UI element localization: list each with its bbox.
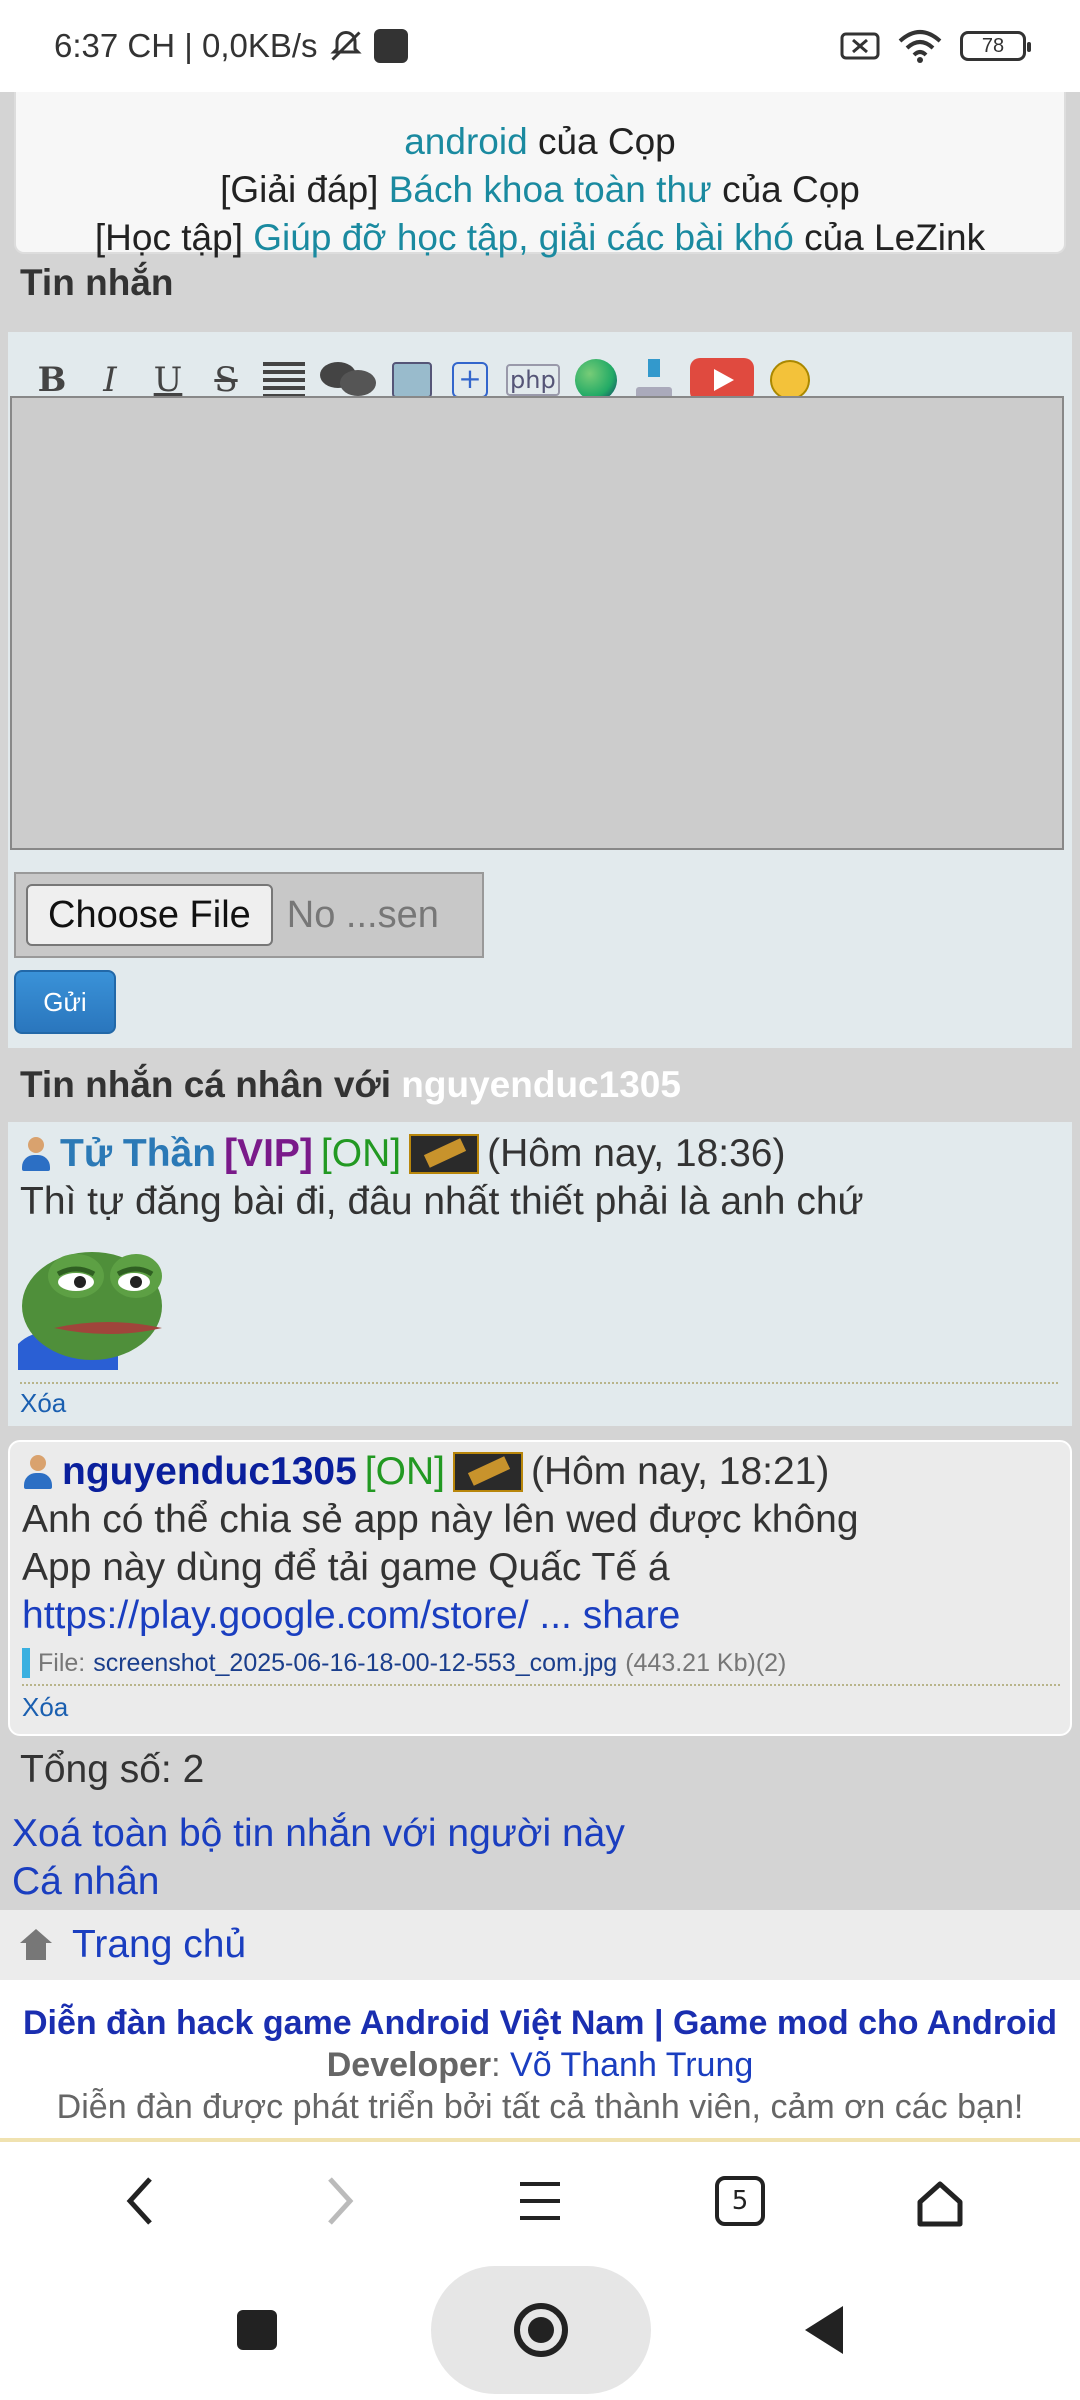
user-icon xyxy=(22,1453,54,1491)
rank-hammer-icon xyxy=(452,1452,523,1492)
android-link[interactable]: android xyxy=(404,121,527,162)
battery-icon: 78 xyxy=(960,31,1031,61)
smiley-icon xyxy=(769,360,810,400)
pm-title-prefix: Tin nhắn cá nhân với xyxy=(20,1064,402,1105)
download-icon xyxy=(634,359,674,401)
message-username[interactable]: nguyenduc1305 xyxy=(62,1450,357,1494)
online-badge: [ON] xyxy=(320,1132,402,1175)
message-item: Tử Thần [VIP] [ON] (Hôm nay, 18:36) Thì … xyxy=(8,1122,1072,1426)
battery-level: 78 xyxy=(981,34,1005,57)
site-footer: Diễn đàn hack game Android Việt Nam | Ga… xyxy=(0,1980,1080,2142)
message-text-line-1: Anh có thể chia sẻ app này lên wed được … xyxy=(22,1498,859,1541)
back-button[interactable] xyxy=(100,2161,180,2241)
links-row-1: android của Cọp xyxy=(16,118,1064,166)
links-row-1-suffix: của Cọp xyxy=(527,121,676,162)
wifi-icon xyxy=(898,30,942,63)
message-username[interactable]: Tử Thần xyxy=(60,1132,216,1176)
message-text: Thì tự đăng bài đi, đâu nhất thiết phải … xyxy=(20,1180,864,1223)
links-row-2-tag: [Giải đáp] xyxy=(220,169,389,210)
pm-title-user: nguyenduc1305 xyxy=(401,1064,681,1105)
status-time-group: 6:37 CH | 0,0KB/s xyxy=(54,27,408,65)
chevron-right-icon xyxy=(328,2177,354,2225)
attachment-meta: (443.21 Kb)(2) xyxy=(625,1648,787,1677)
links-row-3-suffix: của LeZink xyxy=(793,217,986,258)
message-textarea[interactable] xyxy=(10,396,1064,850)
message-divider xyxy=(20,1382,1058,1384)
home-icon xyxy=(18,1929,54,1961)
tabs-icon: 5 xyxy=(715,2176,765,2226)
online-badge: [ON] xyxy=(364,1450,445,1493)
message-text-line-2: App này dùng để tải game Quấc Tế á xyxy=(22,1546,670,1589)
status-bar: 6:37 CH | 0,0KB/s 78 xyxy=(0,0,1080,92)
attachment-link[interactable]: screenshot_2025-06-16-18-00-12-553_com.j… xyxy=(93,1649,617,1678)
status-right: 78 xyxy=(840,29,1031,63)
sad-frog-sticker xyxy=(18,1252,162,1370)
footer-thanks: Diễn đàn được phát triển bởi tất cả thàn… xyxy=(56,2088,1024,2126)
home-ring-icon xyxy=(514,2303,568,2357)
message-divider xyxy=(22,1684,1060,1686)
developer-name[interactable]: Võ Thanh Trung xyxy=(510,2046,753,2084)
message-link-line: https://play.google.com/store/ ... share xyxy=(22,1594,680,1638)
encyclopedia-link[interactable]: Bách khoa toàn thư xyxy=(389,169,712,210)
delete-all-link[interactable]: Xoá toàn bộ tin nhắn với người này xyxy=(12,1812,625,1856)
home-button[interactable] xyxy=(900,2161,980,2241)
footer-developer: Developer: Võ Thanh Trung xyxy=(326,2046,754,2084)
total-count: Tổng số: 2 xyxy=(20,1748,205,1791)
delete-message-link[interactable]: Xóa xyxy=(22,1692,68,1723)
message-time: (Hôm nay, 18:21) xyxy=(530,1450,830,1493)
delete-message-link[interactable]: Xóa xyxy=(20,1388,66,1419)
personal-link[interactable]: Cá nhân xyxy=(12,1860,159,1904)
recents-button[interactable] xyxy=(237,2310,277,2350)
app-notification-icon xyxy=(373,29,408,63)
message-header: nguyenduc1305 [ON] (Hôm nay, 18:21) xyxy=(22,1450,829,1494)
rank-hammer-icon xyxy=(409,1134,480,1174)
menu-icon xyxy=(520,2182,560,2220)
system-back-button[interactable] xyxy=(805,2306,843,2354)
links-row-2-suffix: của Cọp xyxy=(711,169,860,210)
forward-button[interactable] xyxy=(300,2161,380,2241)
vip-badge: [VIP] xyxy=(224,1132,313,1175)
message-item: nguyenduc1305 [ON] (Hôm nay, 18:21) Anh … xyxy=(8,1440,1072,1736)
image-icon xyxy=(392,362,432,398)
align-icon xyxy=(263,362,305,398)
file-status: No ...sen xyxy=(286,893,439,936)
message-header: Tử Thần [VIP] [ON] (Hôm nay, 18:36) xyxy=(20,1132,785,1176)
bell-off-icon xyxy=(329,30,362,61)
browser-nav-bar: 5 xyxy=(0,2142,1080,2260)
sim-off-icon xyxy=(840,32,880,60)
developer-label: Developer xyxy=(326,2046,492,2084)
featured-links-box: android của Cọp [Giải đáp] Bách khoa toà… xyxy=(14,92,1066,258)
links-row-2: [Giải đáp] Bách khoa toàn thư của Cọp xyxy=(16,166,1064,214)
globe-icon xyxy=(574,359,617,401)
chevron-left-icon xyxy=(126,2177,152,2225)
attachment-line: File: screenshot_2025-06-16-18-00-12-553… xyxy=(22,1648,786,1678)
attachment-icon xyxy=(22,1648,30,1678)
page-content: android của Cọp [Giải đáp] Bách khoa toà… xyxy=(0,92,1080,2142)
status-time: 6:37 CH | 0,0KB/s xyxy=(54,27,318,64)
user-icon xyxy=(20,1135,52,1173)
attachment-label: File: xyxy=(38,1648,86,1677)
house-icon xyxy=(914,2175,966,2227)
pm-title: Tin nhắn cá nhân với nguyenduc1305 xyxy=(20,1064,681,1106)
menu-button[interactable] xyxy=(500,2161,580,2241)
message-time: (Hôm nay, 18:36) xyxy=(487,1132,786,1175)
php-icon: php xyxy=(506,364,560,396)
home-breadcrumb: Trang chủ xyxy=(0,1910,1080,1980)
file-input[interactable]: Choose File No ...sen xyxy=(14,872,484,958)
links-row-partial xyxy=(16,92,1064,118)
system-home-button[interactable] xyxy=(431,2266,651,2394)
quote-icon xyxy=(320,362,376,398)
home-link[interactable]: Trang chủ xyxy=(72,1923,246,1967)
study-help-link[interactable]: Giúp đỡ học tập, giải các bài khó xyxy=(253,217,794,258)
footer-title[interactable]: Diễn đàn hack game Android Việt Nam | Ga… xyxy=(0,2002,1080,2044)
plus-icon: + xyxy=(452,362,488,398)
message-link[interactable]: https://play.google.com/store/ ... share xyxy=(22,1594,680,1637)
system-nav-bar xyxy=(0,2260,1080,2400)
tabs-button[interactable]: 5 xyxy=(700,2161,780,2241)
send-button[interactable]: Gửi xyxy=(14,970,116,1034)
links-row-3-tag: [Học tập] xyxy=(94,217,254,258)
choose-file-button[interactable]: Choose File xyxy=(26,884,273,946)
links-row-3: [Học tập] Giúp đỡ học tập, giải các bài … xyxy=(16,214,1064,262)
compose-title: Tin nhắn xyxy=(20,262,174,303)
